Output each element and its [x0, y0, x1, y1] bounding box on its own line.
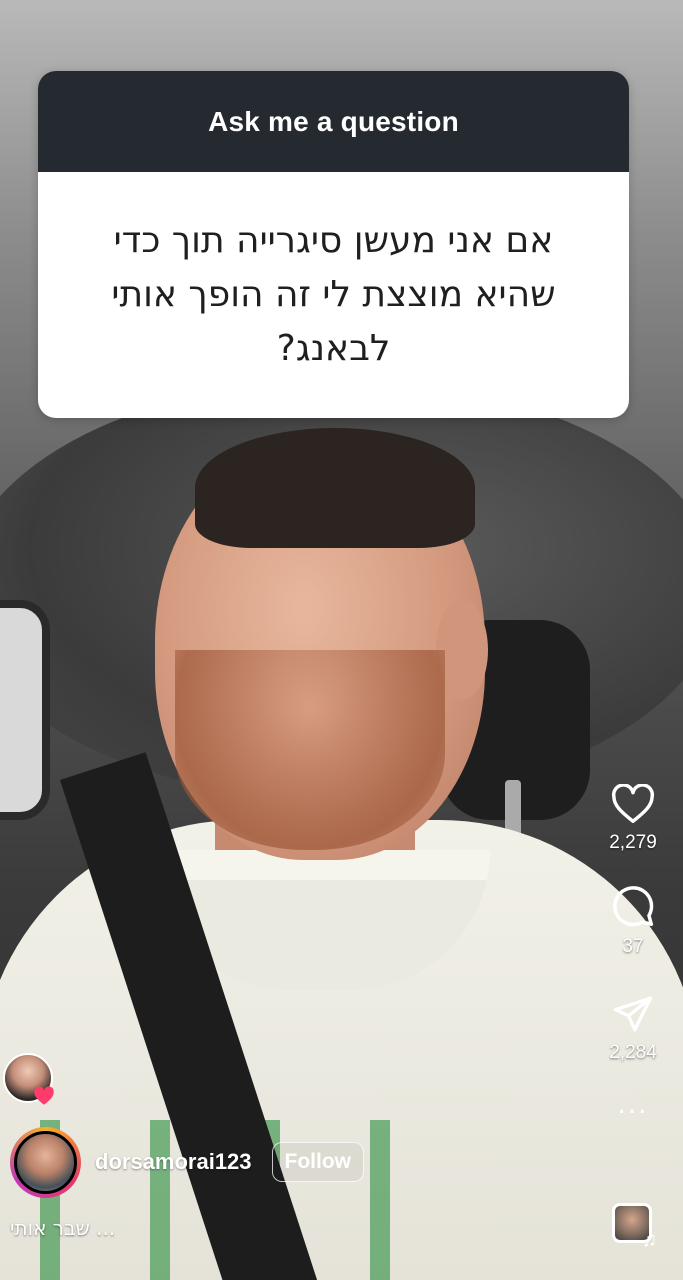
action-column: 2,279 37 2,284 ...: [583, 780, 683, 1120]
author-username[interactable]: dorsamorai123: [95, 1149, 252, 1175]
heart-icon: [611, 784, 655, 824]
liker-heart-icon: [33, 1085, 55, 1107]
sticker-body: אם אני מעשן סיגרייה תוך כדי שהיא מוצצת ל…: [38, 172, 629, 418]
more-options-button[interactable]: ...: [617, 1087, 649, 1120]
car-window: [0, 600, 50, 820]
comment-icon: [611, 884, 655, 928]
like-count: 2,279: [609, 832, 657, 853]
author-avatar[interactable]: [10, 1126, 81, 1198]
share-count: 2,284: [609, 1042, 657, 1063]
sticker-header: Ask me a question: [38, 71, 629, 172]
question-sticker[interactable]: Ask me a question אם אני מעשן סיגרייה תו…: [38, 71, 629, 418]
question-text: אם אני מעשן סיגרייה תוך כדי שהיא מוצצת ל…: [111, 220, 556, 369]
music-note-icon: ♫: [642, 1229, 657, 1251]
comment-button[interactable]: 37: [611, 884, 655, 958]
follow-button[interactable]: Follow: [271, 1142, 365, 1182]
send-icon: [612, 994, 654, 1034]
like-button[interactable]: 2,279: [609, 784, 657, 854]
sticker-title: Ask me a question: [208, 105, 459, 137]
author-avatar-image: [14, 1130, 77, 1194]
author-row: dorsamorai123 Follow: [10, 1126, 365, 1198]
more-dots-icon: ...: [617, 1087, 649, 1120]
comment-count: 37: [622, 936, 644, 957]
share-button[interactable]: 2,284: [609, 994, 657, 1064]
post-caption[interactable]: שבר אותי ...: [10, 1216, 115, 1240]
person-hair: [195, 428, 475, 548]
person-beard: [175, 650, 445, 850]
